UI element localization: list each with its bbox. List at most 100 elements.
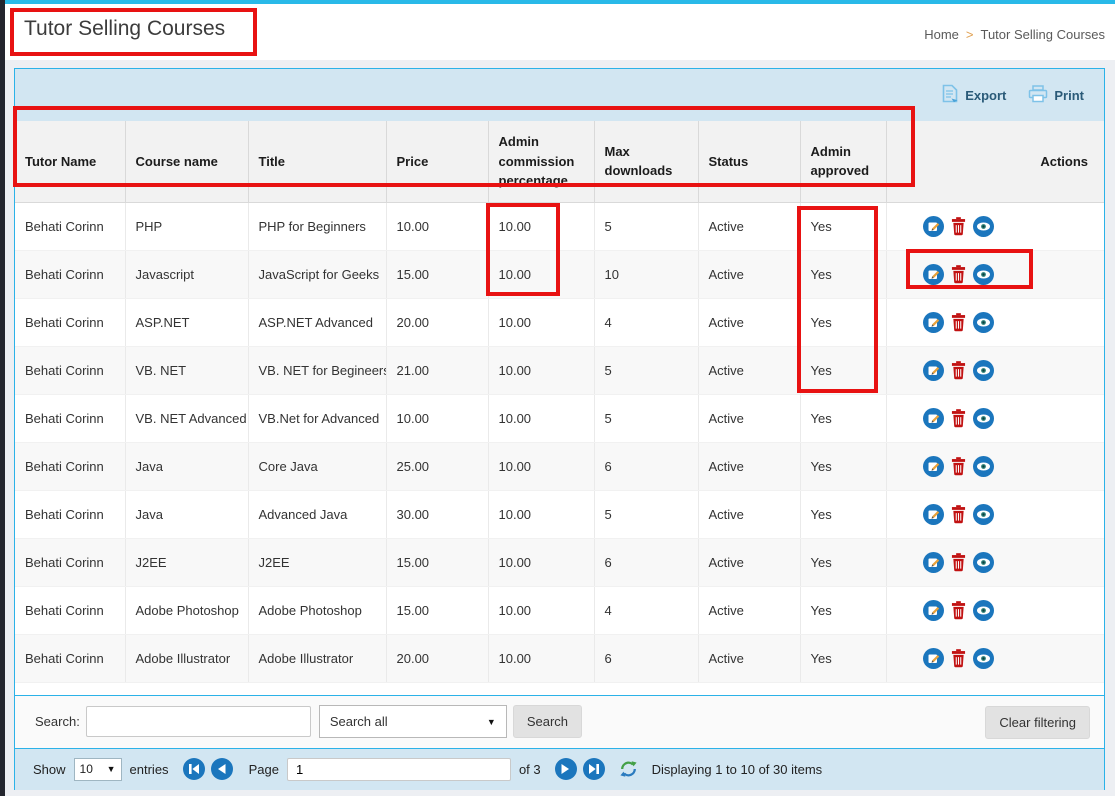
next-page-button[interactable]: [555, 758, 577, 780]
edit-icon[interactable]: [923, 648, 944, 669]
print-button[interactable]: Print: [1028, 85, 1084, 106]
edit-icon[interactable]: [923, 552, 944, 573]
eye-icon[interactable]: [973, 216, 994, 237]
cell-tutor-name: Behati Corinn: [15, 202, 125, 250]
cell-admin-commission: 10.00: [488, 298, 594, 346]
refresh-icon: [619, 760, 638, 778]
cell-course-name: Java: [125, 442, 248, 490]
cell-actions: [886, 298, 1104, 346]
table-row: Behati Corinn ASP.NET ASP.NET Advanced 2…: [15, 298, 1104, 346]
table-footer-spacer: [15, 683, 1104, 695]
table-toolbar: Export Print: [15, 69, 1104, 121]
breadcrumb-home[interactable]: Home: [924, 27, 959, 42]
first-page-icon: [189, 764, 199, 774]
breadcrumb-separator: >: [966, 27, 974, 42]
breadcrumb-current: Tutor Selling Courses: [980, 27, 1105, 42]
cell-max-downloads: 4: [594, 586, 698, 634]
cell-course-name: VB. NET: [125, 346, 248, 394]
pagination-bar: Show 10 ▼ entries Page of 3: [15, 748, 1104, 790]
trash-icon[interactable]: [951, 408, 966, 428]
cell-max-downloads: 5: [594, 394, 698, 442]
table-row: Behati Corinn Adobe Photoshop Adobe Phot…: [15, 586, 1104, 634]
cell-actions: [886, 586, 1104, 634]
eye-icon[interactable]: [973, 552, 994, 573]
search-filter-select[interactable]: Search all ▼: [319, 705, 507, 738]
table-body: Behati Corinn PHP PHP for Beginners 10.0…: [15, 202, 1104, 682]
courses-table: Tutor Name Course name Title Price Admin…: [15, 121, 1104, 683]
eye-icon[interactable]: [973, 264, 994, 285]
trash-icon[interactable]: [951, 552, 966, 572]
last-page-button[interactable]: [583, 758, 605, 780]
cell-admin-approved: Yes: [800, 490, 886, 538]
cell-tutor-name: Behati Corinn: [15, 490, 125, 538]
eye-icon[interactable]: [973, 312, 994, 333]
page-number-input[interactable]: [287, 758, 511, 781]
table-row: Behati Corinn J2EE J2EE 15.00 10.00 6 Ac…: [15, 538, 1104, 586]
cell-tutor-name: Behati Corinn: [15, 298, 125, 346]
cell-title: J2EE: [248, 538, 386, 586]
document-icon: [942, 84, 959, 106]
cell-tutor-name: Behati Corinn: [15, 346, 125, 394]
cell-price: 15.00: [386, 250, 488, 298]
trash-icon[interactable]: [951, 456, 966, 476]
col-header-title: Title: [248, 121, 386, 202]
trash-icon[interactable]: [951, 360, 966, 380]
cell-status: Active: [698, 490, 800, 538]
col-header-admin-commission: Admin commission percentage: [488, 121, 594, 202]
trash-icon[interactable]: [951, 648, 966, 668]
trash-icon[interactable]: [951, 600, 966, 620]
edit-icon[interactable]: [923, 312, 944, 333]
entries-select[interactable]: 10 ▼: [74, 758, 122, 781]
col-header-course-name: Course name: [125, 121, 248, 202]
eye-icon[interactable]: [973, 504, 994, 525]
cell-title: Adobe Photoshop: [248, 586, 386, 634]
trash-icon[interactable]: [951, 312, 966, 332]
eye-icon[interactable]: [973, 360, 994, 381]
table-row: Behati Corinn Java Core Java 25.00 10.00…: [15, 442, 1104, 490]
trash-icon[interactable]: [951, 216, 966, 236]
edit-icon[interactable]: [923, 600, 944, 621]
edit-icon[interactable]: [923, 216, 944, 237]
search-button[interactable]: Search: [513, 705, 582, 738]
edit-icon[interactable]: [923, 360, 944, 381]
edit-icon[interactable]: [923, 264, 944, 285]
cell-actions: [886, 490, 1104, 538]
col-header-actions: Actions: [886, 121, 1104, 202]
eye-icon[interactable]: [973, 648, 994, 669]
search-input[interactable]: [86, 706, 311, 737]
cell-admin-commission: 10.00: [488, 394, 594, 442]
trash-icon[interactable]: [951, 504, 966, 524]
edit-icon[interactable]: [923, 504, 944, 525]
cell-max-downloads: 6: [594, 634, 698, 682]
col-header-admin-approved: Admin approved: [800, 121, 886, 202]
cell-admin-approved: Yes: [800, 298, 886, 346]
export-button[interactable]: Export: [942, 84, 1006, 106]
cell-status: Active: [698, 442, 800, 490]
refresh-button[interactable]: [619, 760, 638, 778]
col-header-price: Price: [386, 121, 488, 202]
cell-course-name: Java: [125, 490, 248, 538]
page-label: Page: [249, 762, 279, 777]
prev-page-button[interactable]: [211, 758, 233, 780]
edit-icon[interactable]: [923, 408, 944, 429]
first-page-button[interactable]: [183, 758, 205, 780]
cell-status: Active: [698, 298, 800, 346]
edit-icon[interactable]: [923, 456, 944, 477]
table-header: Tutor Name Course name Title Price Admin…: [15, 121, 1104, 202]
search-bar: Search: Search all ▼ Search Clear filter…: [15, 695, 1104, 748]
cell-course-name: Adobe Illustrator: [125, 634, 248, 682]
clear-filtering-button[interactable]: Clear filtering: [985, 706, 1090, 739]
cell-course-name: PHP: [125, 202, 248, 250]
chevron-down-icon: ▼: [107, 764, 116, 774]
eye-icon[interactable]: [973, 600, 994, 621]
cell-tutor-name: Behati Corinn: [15, 634, 125, 682]
breadcrumb: Home > Tutor Selling Courses: [924, 27, 1105, 42]
cell-title: VB. NET for Begineers: [248, 346, 386, 394]
main-panel: Export Print Tutor Name Course name Titl…: [14, 68, 1105, 790]
eye-icon[interactable]: [973, 456, 994, 477]
cell-actions: [886, 538, 1104, 586]
trash-icon[interactable]: [951, 264, 966, 284]
eye-icon[interactable]: [973, 408, 994, 429]
cell-actions: [886, 634, 1104, 682]
cell-status: Active: [698, 586, 800, 634]
